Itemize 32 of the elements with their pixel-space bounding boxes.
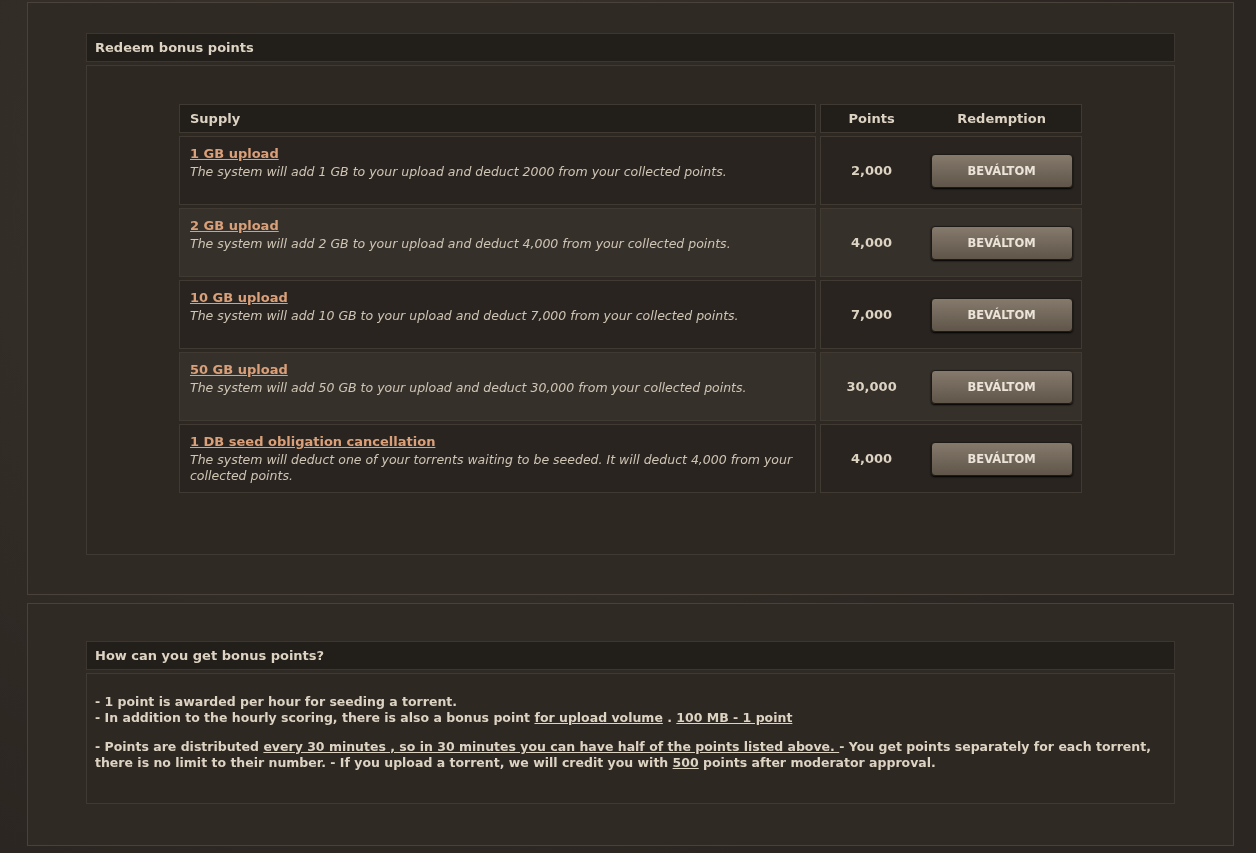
offer-link[interactable]: 50 GB upload bbox=[190, 362, 288, 377]
info-text: - 1 point is awarded per hour for seeding a torrent. bbox=[95, 694, 458, 710]
info-link[interactable]: every 30 minutes , so in 30 minutes you can have half of the points listed above. bbox=[263, 739, 840, 754]
info-link[interactable]: 500 bbox=[672, 755, 699, 770]
section-header: How can you get bonus points? bbox=[86, 641, 1175, 670]
offer-link[interactable]: 10 GB upload bbox=[190, 290, 288, 305]
info-text: - Points are distributed every 30 minutes , so in 30 minutes you can have half of the points listed above. - You get points separately for each torrent, there is no limit to their number. - If you upload a torrent, we will credit you with 500 points after moderator approval. bbox=[95, 739, 1152, 771]
redeem-button[interactable]: BEVÁLTOM bbox=[930, 297, 1073, 332]
points-value: 30,000 bbox=[845, 379, 898, 394]
offer-description: The system will add 10 GB to your upload and deduct 7,000 from your collected points. bbox=[190, 308, 740, 324]
info-text: - In addition to the hourly scoring, there is also a bonus point for upload volume . 100 MB - 1 point bbox=[95, 710, 794, 726]
redeem-button[interactable]: BEVÁLTOM bbox=[930, 369, 1073, 404]
points-value: 7,000 bbox=[850, 307, 894, 322]
column-header: Points bbox=[847, 111, 896, 126]
points-value: 4,000 bbox=[850, 451, 894, 466]
offer-description: The system will add 2 GB to your upload and deduct 4,000 from your collected points. bbox=[190, 236, 732, 252]
column-header: Redemption bbox=[956, 111, 1047, 126]
redeem-button[interactable]: BEVÁLTOM bbox=[930, 225, 1073, 260]
points-value: 2,000 bbox=[850, 163, 894, 178]
offer-link[interactable]: 1 DB seed obligation cancellation bbox=[190, 434, 436, 449]
offer-link[interactable]: 1 GB upload bbox=[190, 146, 279, 161]
offer-link[interactable]: 2 GB upload bbox=[190, 218, 279, 233]
info-link[interactable]: for upload volume bbox=[534, 710, 663, 725]
offer-description: The system will deduct one of your torrents waiting to be seeded. It will deduct 4,000 from your collected points. bbox=[190, 452, 794, 484]
offer-description: The system will add 1 GB to your upload and deduct 2000 from your collected points. bbox=[190, 164, 728, 180]
info-link[interactable]: 100 MB - 1 point bbox=[676, 710, 793, 725]
points-value: 4,000 bbox=[850, 235, 894, 250]
redeem-button[interactable]: BEVÁLTOM bbox=[930, 441, 1073, 476]
offer-description: The system will add 50 GB to your upload and deduct 30,000 from your collected points. bbox=[190, 380, 748, 396]
column-header: Supply bbox=[179, 104, 816, 133]
section-header: Redeem bonus points bbox=[86, 33, 1175, 62]
redeem-button[interactable]: BEVÁLTOM bbox=[930, 153, 1073, 188]
